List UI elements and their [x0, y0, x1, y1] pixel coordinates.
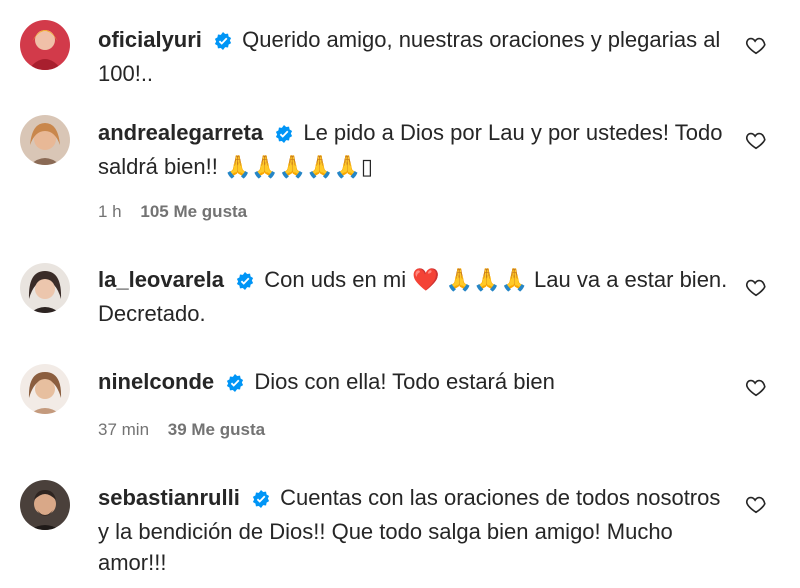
username[interactable]: andrealegarreta: [98, 120, 263, 145]
comment-time[interactable]: 1 h: [98, 202, 122, 221]
comment-meta: 37 min 39 Me gusta: [98, 420, 265, 440]
username[interactable]: ninelconde: [98, 369, 214, 394]
avatar[interactable]: [20, 480, 70, 530]
avatar-image: [20, 115, 70, 165]
avatar-image: [20, 364, 70, 414]
comment-time[interactable]: 37 min: [98, 420, 149, 439]
verified-badge-icon: [236, 267, 254, 298]
like-heart-icon[interactable]: [745, 34, 767, 56]
like-heart-icon[interactable]: [745, 376, 767, 398]
heart-emoji: ❤️: [412, 267, 440, 292]
avatar[interactable]: [20, 20, 70, 70]
comment-text: Dios con ella! Todo estará bien: [254, 369, 555, 394]
avatar-image: [20, 263, 70, 313]
verified-badge-icon: [214, 27, 232, 58]
avatar-image: [20, 20, 70, 70]
like-heart-icon[interactable]: [745, 493, 767, 515]
avatar[interactable]: [20, 263, 70, 313]
likes-count[interactable]: 105 Me gusta: [140, 202, 247, 221]
username[interactable]: oficialyuri: [98, 27, 202, 52]
avatar-image: [20, 480, 70, 530]
username[interactable]: la_leovarela: [98, 267, 224, 292]
username[interactable]: sebastianrulli: [98, 485, 240, 510]
avatar[interactable]: [20, 364, 70, 414]
like-heart-icon[interactable]: [745, 276, 767, 298]
comment-meta: 1 h 105 Me gusta: [98, 202, 247, 222]
verified-badge-icon: [252, 485, 270, 516]
verified-badge-icon: [226, 369, 244, 400]
verified-badge-icon: [275, 120, 293, 151]
comment-text: Con uds en mi: [264, 267, 407, 292]
like-heart-icon[interactable]: [745, 129, 767, 151]
likes-count[interactable]: 39 Me gusta: [168, 420, 265, 439]
avatar[interactable]: [20, 115, 70, 165]
